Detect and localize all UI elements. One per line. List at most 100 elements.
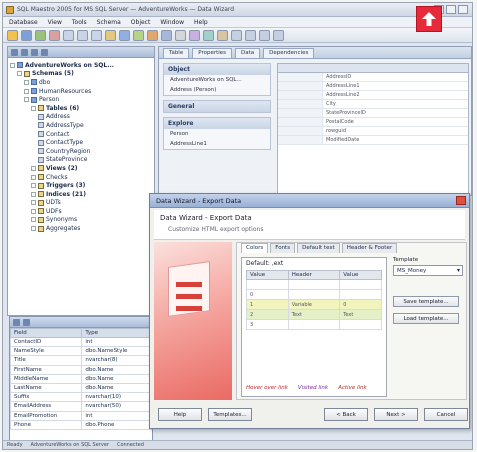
explore-item[interactable]: AddressLine1 [164,139,270,149]
expand-toggle-icon[interactable] [31,165,36,171]
refresh-icon[interactable] [49,29,60,41]
expand-toggle-icon[interactable] [31,226,36,232]
tree-item[interactable]: Indices (21) [10,190,152,199]
paste-icon[interactable] [91,29,102,41]
table-row[interactable]: 1 Variable 0 [246,299,382,310]
copy-icon[interactable] [77,29,88,41]
explore-group-title[interactable]: Explore [164,118,270,129]
menu-window[interactable]: Window [160,19,184,26]
cancel-button[interactable]: Cancel [424,408,468,421]
expand-toggle-icon[interactable] [17,71,22,77]
tree-item[interactable]: UDFs [10,207,152,216]
print-icon[interactable] [245,29,256,41]
sort-icon[interactable] [13,318,20,326]
next-button[interactable]: Next > [374,408,418,421]
tree-item[interactable]: Contact [10,130,152,139]
grid-row[interactable]: AddressLine1 [278,82,468,91]
table-row[interactable]: LastName dbo.Name [9,382,152,394]
table-row[interactable]: EmailPromotion int [9,410,152,421]
tree-item[interactable]: Triggers (3) [10,181,152,190]
filter-icon[interactable] [23,318,30,326]
menu-database[interactable]: Database [9,19,38,26]
table-row[interactable]: Suffix nvarchar(10) [9,392,152,403]
menu-schema[interactable]: Schema [97,19,121,26]
table-row[interactable]: Title nvarchar(8) [9,355,152,366]
expand-toggle-icon[interactable] [31,217,36,223]
table-row[interactable]: MiddleName dbo.Name [9,373,152,384]
explore-item[interactable]: Person [164,129,270,139]
table-row[interactable]: 3 [246,319,382,330]
grid-row[interactable]: ModifiedDate [278,136,468,145]
connect-icon[interactable] [11,48,18,56]
help-button[interactable]: Help [158,408,202,421]
tab-fonts[interactable]: Fonts [270,243,296,253]
general-group-title[interactable]: General [164,101,270,112]
close-button[interactable] [458,5,468,14]
open-icon[interactable] [21,29,32,41]
upload-arrow-icon[interactable] [416,6,442,32]
column-header[interactable]: Type [81,328,152,338]
tree-item[interactable]: ContactType [10,138,152,147]
column-header[interactable]: Value [339,270,382,280]
column-header[interactable]: Header [287,270,341,280]
expand-toggle-icon[interactable] [31,174,36,180]
save-template-button[interactable]: Save template... [393,296,459,307]
object-group-title[interactable]: Object [164,64,270,75]
templates-button[interactable]: Templates... [208,408,252,421]
expand-toggle-icon[interactable] [24,97,29,103]
tree-item[interactable]: AdventureWorks on SQL... [10,61,152,70]
expand-toggle-icon[interactable] [31,191,36,197]
tree-item[interactable]: Views (2) [10,164,152,173]
grid-row[interactable]: StateProvinceID [278,109,468,118]
expand-toggle-icon[interactable] [24,88,29,94]
expand-toggle-icon[interactable] [31,200,36,206]
expand-toggle-icon[interactable] [31,105,36,111]
table-row[interactable]: NameStyle dbo.NameStyle [9,346,152,357]
load-template-button[interactable]: Load template... [393,313,459,324]
object-item[interactable]: Address (Person) [164,85,270,95]
menu-view[interactable]: View [48,19,62,26]
script-icon[interactable] [217,29,228,41]
tab-colors[interactable]: Colors [241,243,269,253]
tree-item[interactable]: Checks [10,173,152,182]
grid-row[interactable]: PostalCode [278,118,468,127]
dialog-close-button[interactable] [456,196,466,205]
filter-icon[interactable] [41,48,48,56]
tab-table[interactable]: Table [163,48,190,58]
export-icon[interactable] [189,29,200,41]
disconnect-icon[interactable] [21,48,28,56]
tab-default-text[interactable]: Default text [297,243,340,253]
tree-item[interactable]: Person [10,95,152,104]
new-icon[interactable] [7,29,18,41]
menu-help[interactable]: Help [194,19,208,26]
back-button[interactable]: < Back [324,408,368,421]
tree-item[interactable]: Tables (6) [10,104,152,113]
grid-row[interactable]: AddressLine2 [278,91,468,100]
function-icon[interactable] [147,29,158,41]
table-row[interactable]: 2 Text Text [246,309,382,320]
expand-toggle-icon[interactable] [10,62,15,68]
table-icon[interactable] [105,29,116,41]
object-item[interactable]: AdventureWorks on SQL... [164,75,270,85]
find-icon[interactable] [231,29,242,41]
table-row[interactable] [246,279,382,290]
sql-editor-icon[interactable] [161,29,172,41]
table-row[interactable]: 0 [246,289,382,300]
tab-header-footer[interactable]: Header & Footer [341,243,398,253]
grid-row[interactable]: City [278,100,468,109]
help-icon[interactable] [273,29,284,41]
table-row[interactable]: FirstName dbo.Name [9,364,152,375]
tree-item[interactable]: Synonyms [10,216,152,225]
query-builder-icon[interactable] [175,29,186,41]
table-row[interactable]: Phone dbo.Phone [9,419,152,430]
view-icon[interactable] [119,29,130,41]
procedure-icon[interactable] [133,29,144,41]
template-select[interactable]: MS_Money [393,265,463,276]
options-icon[interactable] [259,29,270,41]
tree-item[interactable]: UDTs [10,199,152,208]
hover-link-sample[interactable]: Hover over link [246,385,288,391]
table-row[interactable]: ContactID int [9,336,152,348]
expand-toggle-icon[interactable] [24,79,29,85]
tree-item[interactable]: Schemas (5) [10,70,152,79]
menu-object[interactable]: Object [131,19,151,26]
